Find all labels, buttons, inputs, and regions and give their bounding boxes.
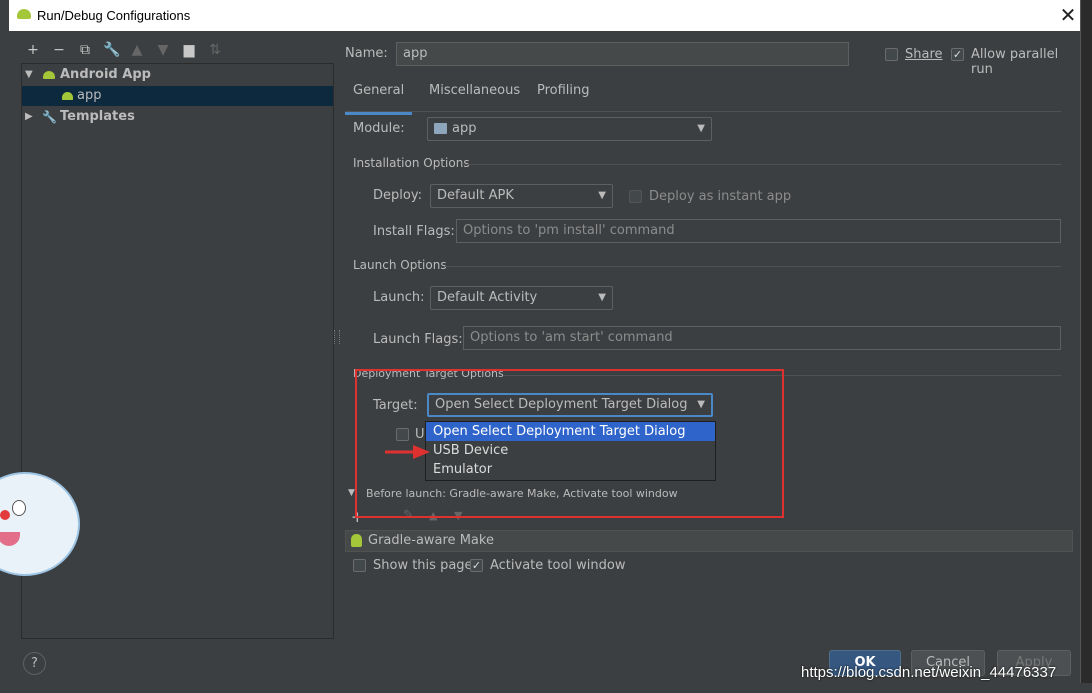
deploy-select-value: Default APK [437,188,514,203]
tab-miscellaneous[interactable]: Miscellaneous [429,84,520,112]
android-icon [17,9,31,19]
install-flags-input[interactable]: Options to 'pm install' command [456,219,1061,243]
splitter-handle[interactable] [334,330,340,344]
launch-label: Launch: [373,290,425,305]
dialog-titlebar: Run/Debug Configurations ✕ [9,0,1080,31]
launch-flags-label: Launch Flags: [373,332,463,347]
wrench-icon: 🔧 [42,110,57,124]
module-select[interactable]: app ▼ [427,117,712,141]
ide-background-right [1080,30,1092,693]
module-select-value: app [452,121,477,136]
chevron-right-icon[interactable]: ▶ [25,107,33,127]
tree-item-android-app[interactable]: ▼ Android App [22,65,333,85]
share-label[interactable]: Share [905,47,943,62]
watermark-text: https://blog.csdn.net/weixin_44476337 [801,664,1057,681]
instant-app-checkbox[interactable] [629,190,642,203]
red-arrow-icon [385,445,430,459]
show-page-checkbox[interactable] [353,559,366,572]
move-down-icon[interactable]: ▼ [155,42,171,58]
install-flags-placeholder: Options to 'pm install' command [463,223,675,238]
ide-background-left [0,0,9,693]
launch-flags-input[interactable]: Options to 'am start' command [463,326,1061,350]
name-label: Name: [345,46,388,61]
tree-item-label: Templates [60,109,135,124]
chevron-down-icon[interactable]: ▼ [25,65,33,85]
launch-section-title: Launch Options [353,258,447,272]
parallel-run-label[interactable]: Allow parallel run [971,47,1080,77]
tree-item-app[interactable]: app [22,86,333,106]
chevron-down-icon[interactable]: ▼ [348,488,355,498]
show-page-label[interactable]: Show this page [373,558,473,573]
name-input[interactable]: app [396,42,849,66]
instant-app-label[interactable]: Deploy as instant app [649,189,791,204]
chevron-down-icon: ▼ [598,190,606,201]
tree-item-templates[interactable]: ▶ 🔧 Templates [22,107,333,127]
tree-item-label: app [77,88,102,103]
deploy-label: Deploy: [373,188,422,203]
deploy-select[interactable]: Default APK ▼ [430,184,613,208]
close-button[interactable]: ✕ [1057,3,1079,27]
tab-profiling[interactable]: Profiling [537,84,590,112]
tabs-divider [345,111,1061,112]
ide-background-bottom [0,683,1092,693]
android-icon [351,534,362,547]
before-launch-task-row[interactable]: Gradle-aware Make [345,530,1073,552]
launch-flags-placeholder: Options to 'am start' command [470,330,673,345]
launch-select[interactable]: Default Activity ▼ [430,286,613,310]
chevron-down-icon: ▼ [598,292,606,303]
install-flags-label: Install Flags: [373,224,455,239]
activate-window-checkbox[interactable]: ✓ [470,559,483,572]
installation-divider [462,164,1061,165]
copy-icon[interactable]: ⧉ [77,42,93,58]
help-button[interactable]: ? [23,652,46,675]
run-debug-dialog: Run/Debug Configurations ✕ + − ⧉ 🔧 ▲ ▼ ▆… [9,0,1081,683]
dialog-title: Run/Debug Configurations [37,8,191,23]
sort-icon[interactable]: ⇅ [207,42,223,58]
android-icon [43,71,55,79]
task-label: Gradle-aware Make [368,533,494,548]
parallel-run-checkbox[interactable]: ✓ [951,48,964,61]
launch-divider [445,266,1061,267]
remove-icon[interactable]: − [51,42,67,58]
chevron-down-icon: ▼ [697,123,705,134]
module-label: Module: [353,121,405,136]
android-icon [62,92,73,100]
wrench-icon[interactable]: 🔧 [103,42,120,58]
module-folder-icon [434,123,447,134]
add-icon[interactable]: + [25,42,41,58]
launch-select-value: Default Activity [437,290,538,305]
share-checkbox[interactable] [885,48,898,61]
move-up-icon[interactable]: ▲ [129,42,145,58]
installation-section-title: Installation Options [353,156,470,170]
activate-window-label[interactable]: Activate tool window [490,558,625,573]
tree-item-label: Android App [60,67,151,82]
folder-icon[interactable]: ▆ [181,42,197,58]
